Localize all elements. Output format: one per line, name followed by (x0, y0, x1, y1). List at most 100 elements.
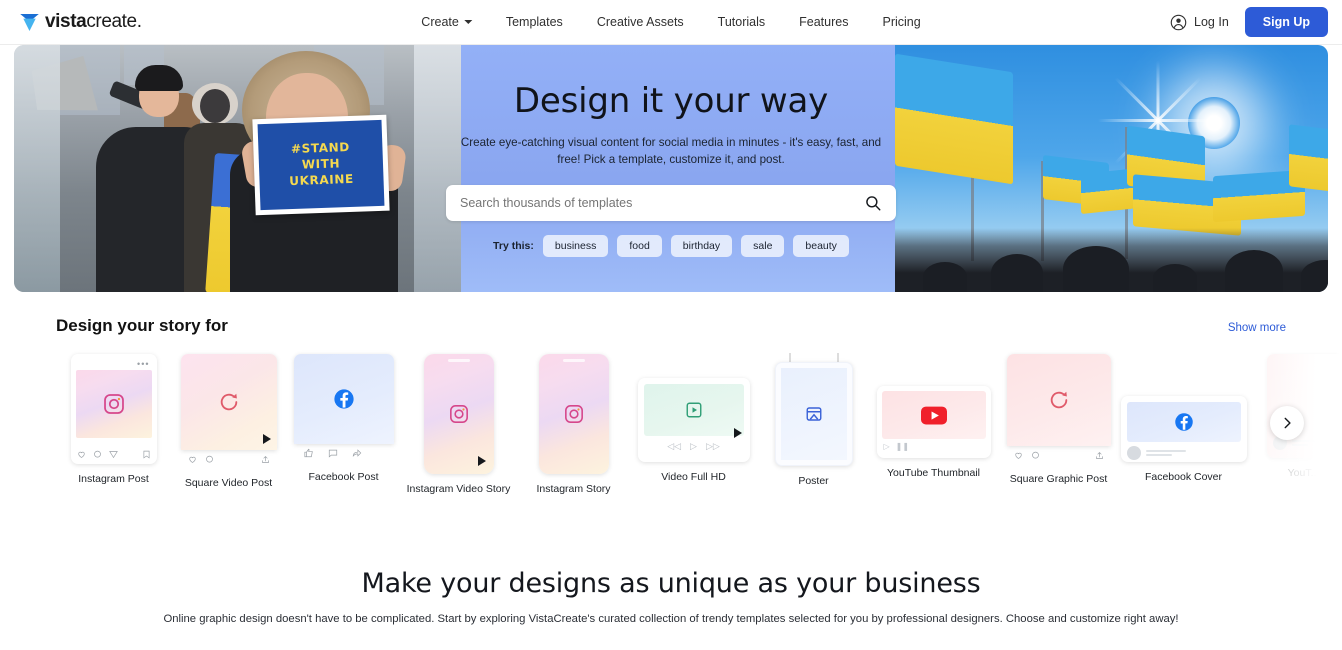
templates-section-header: Design your story for Show more (56, 316, 1286, 336)
logo-text: vistacreate. (45, 11, 142, 33)
template-search-box[interactable] (446, 184, 896, 221)
chip-beauty[interactable]: beauty (793, 234, 849, 257)
play-icon[interactable]: ▷ (884, 442, 890, 451)
search-icon[interactable] (864, 194, 882, 212)
nav-label-create: Create (421, 15, 459, 29)
carousel-next-button[interactable] (1270, 406, 1304, 440)
hero-content: Design it your way Create eye-catching v… (14, 45, 1328, 292)
template-card-youtube-thumbnail[interactable]: ▷ ❚❚ YouTube Thumbnail (871, 386, 996, 480)
pause-icon[interactable]: ❚❚ (896, 442, 909, 451)
template-card-video-full-hd[interactable]: ◁◁ ▷ ▷▷ Video Full HD (631, 378, 756, 484)
main-nav: Create Templates Creative Assets Tutoria… (421, 15, 920, 29)
refresh-loop-icon (220, 393, 237, 411)
template-card-instagram-story[interactable]: Instagram Story (516, 354, 631, 496)
template-card-square-graphic-post[interactable]: Square Graphic Post (996, 354, 1121, 486)
comment-icon (93, 450, 101, 458)
video-controls[interactable]: ◁◁ ▷ ▷▷ (644, 436, 744, 456)
comment-icon (1031, 451, 1039, 458)
hero-subtitle: Create eye-catching visual content for s… (460, 136, 882, 166)
nav-item-create[interactable]: Create (421, 15, 472, 29)
instagram-media (75, 370, 152, 438)
bottom-title: Make your designs as unique as your busi… (361, 568, 981, 599)
login-button[interactable]: Log In (1170, 14, 1229, 31)
square-graphic-thumb (1006, 354, 1111, 446)
heart-icon (1014, 452, 1022, 459)
chip-birthday[interactable]: birthday (670, 234, 733, 257)
hero-banner: #STAND WITH UKRAINE Design it your way C… (14, 45, 1328, 292)
instagram-actions (77, 450, 151, 459)
play-badge-icon (733, 428, 742, 438)
forward-icon[interactable]: ▷▷ (706, 441, 720, 452)
nav-item-tutorials[interactable]: Tutorials (718, 15, 765, 29)
instagram-icon (449, 405, 468, 423)
template-card-poster[interactable]: Poster (756, 353, 871, 488)
youtube-partial-thumb (1266, 354, 1341, 458)
template-card-instagram-video-story[interactable]: Instagram Video Story (401, 354, 516, 496)
facebook-cover-profile-row (1126, 446, 1241, 460)
templates-track: ••• Instagram Post Square Video Post Fac… (56, 353, 1341, 514)
chip-sale[interactable]: sale (741, 234, 785, 257)
facebook-icon (333, 389, 354, 409)
template-card-instagram-post[interactable]: ••• Instagram Post (56, 354, 171, 486)
facebook-icon (1174, 413, 1193, 431)
bottom-section: Make your designs as unique as your busi… (0, 568, 1342, 625)
site-header: vistacreate. Create Templates Creative A… (0, 0, 1342, 45)
rewind-icon[interactable]: ◁◁ (667, 441, 681, 452)
send-icon (108, 451, 118, 459)
youtube-thumbnail-thumb: ▷ ❚❚ (876, 386, 991, 458)
share-icon (1095, 451, 1103, 459)
heart-icon (77, 451, 85, 458)
card-label: YouT... (1287, 467, 1320, 479)
templates-carousel: ••• Instagram Post Square Video Post Fac… (0, 353, 1342, 514)
chip-business[interactable]: business (542, 234, 609, 257)
card-label: Video Full HD (661, 471, 726, 483)
poster-clip-right (836, 353, 839, 362)
poster-clip-left (788, 353, 791, 362)
logo-text-bold: vista (45, 11, 87, 32)
video-full-hd-thumb: ◁◁ ▷ ▷▷ (637, 378, 750, 462)
user-circle-icon (1170, 14, 1187, 30)
chip-food[interactable]: food (617, 234, 662, 257)
card-label: Poster (798, 475, 829, 487)
vistacreate-logo-icon (20, 13, 39, 31)
facebook-post-thumb (293, 354, 394, 444)
template-card-square-video-post[interactable]: Square Video Post (171, 354, 286, 490)
instagram-icon (103, 394, 124, 414)
facebook-post-actions (293, 444, 394, 462)
heart-icon (188, 456, 196, 463)
video-play-icon (686, 402, 701, 418)
card-label: Instagram Story (536, 483, 611, 495)
try-this-label: Try this: (493, 239, 534, 252)
bookmark-icon (143, 450, 149, 459)
chevron-down-icon (463, 20, 472, 24)
play-icon[interactable]: ▷ (690, 441, 697, 452)
card-label: Instagram Post (78, 473, 149, 485)
template-card-facebook-cover[interactable]: Facebook Cover (1120, 396, 1247, 484)
header-actions: Log In Sign Up (1170, 7, 1328, 37)
nav-item-features[interactable]: Features (799, 15, 848, 29)
search-input[interactable] (460, 195, 864, 210)
share-arrow-icon (352, 449, 361, 457)
card-label: Facebook Cover (1144, 471, 1223, 483)
signup-button[interactable]: Sign Up (1244, 7, 1328, 37)
play-icon (477, 456, 486, 466)
card-label: Facebook Post (308, 471, 379, 483)
youtube-controls[interactable]: ▷ ❚❚ (882, 439, 986, 453)
card-label: Square Video Post (184, 477, 273, 489)
square-graphic-actions (1006, 446, 1111, 464)
section-title: Design your story for (56, 316, 228, 335)
nav-item-templates[interactable]: Templates (506, 15, 563, 29)
hero-title: Design it your way (513, 81, 829, 121)
nav-item-creative-assets[interactable]: Creative Assets (597, 15, 684, 29)
logo[interactable]: vistacreate. (20, 11, 142, 33)
template-card-facebook-post[interactable]: Facebook Post (286, 354, 401, 484)
avatar (1126, 446, 1141, 460)
chevron-right-icon (1284, 417, 1291, 429)
nav-item-pricing[interactable]: Pricing (882, 15, 920, 29)
video-media (643, 384, 744, 436)
square-video-thumb (180, 354, 277, 450)
facebook-cover-thumb (1120, 396, 1247, 462)
instagram-story-thumb (538, 354, 609, 474)
show-more-link[interactable]: Show more (1228, 322, 1286, 334)
image-placeholder-icon (806, 407, 821, 421)
